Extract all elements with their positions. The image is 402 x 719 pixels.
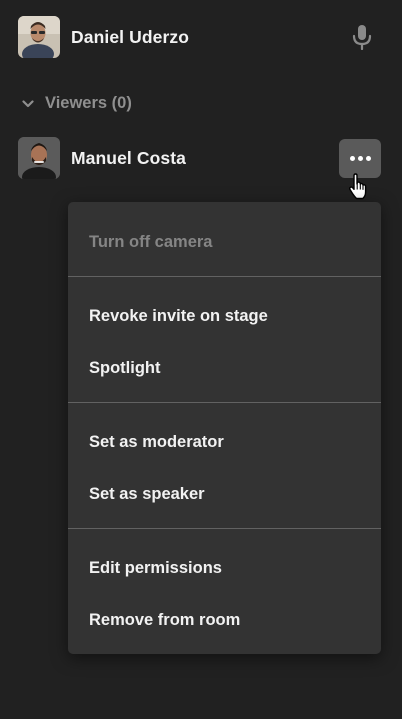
more-horizontal-icon (349, 156, 371, 161)
participant-name: Daniel Uderzo (71, 26, 189, 47)
avatar (18, 137, 60, 179)
menu-item-set-speaker[interactable]: Set as speaker (89, 484, 205, 504)
menu-item-set-moderator[interactable]: Set as moderator (89, 432, 224, 452)
menu-item-edit-permissions[interactable]: Edit permissions (89, 558, 222, 578)
menu-item-spotlight[interactable]: Spotlight (89, 358, 160, 378)
participants-panel: Daniel Uderzo Viewers (0) Manuel Costa T… (0, 0, 402, 719)
participant-context-menu: Turn off camera Revoke invite on stage S… (68, 202, 381, 654)
menu-item-revoke-invite[interactable]: Revoke invite on stage (89, 306, 268, 326)
menu-item-remove-from-room[interactable]: Remove from room (89, 610, 240, 630)
viewers-section-header[interactable]: Viewers (0) (22, 94, 132, 113)
menu-divider (68, 402, 381, 403)
avatar (18, 16, 60, 58)
participant-name: Manuel Costa (71, 147, 186, 168)
microphone-icon[interactable] (350, 24, 374, 51)
participant-row-speaker[interactable]: Daniel Uderzo (0, 16, 402, 58)
chevron-down-icon (22, 99, 34, 107)
menu-divider (68, 528, 381, 529)
section-label: Viewers (0) (45, 94, 132, 112)
hand-cursor-icon (348, 173, 370, 201)
menu-divider (68, 276, 381, 277)
menu-item-turn-off-camera[interactable]: Turn off camera (89, 232, 212, 252)
